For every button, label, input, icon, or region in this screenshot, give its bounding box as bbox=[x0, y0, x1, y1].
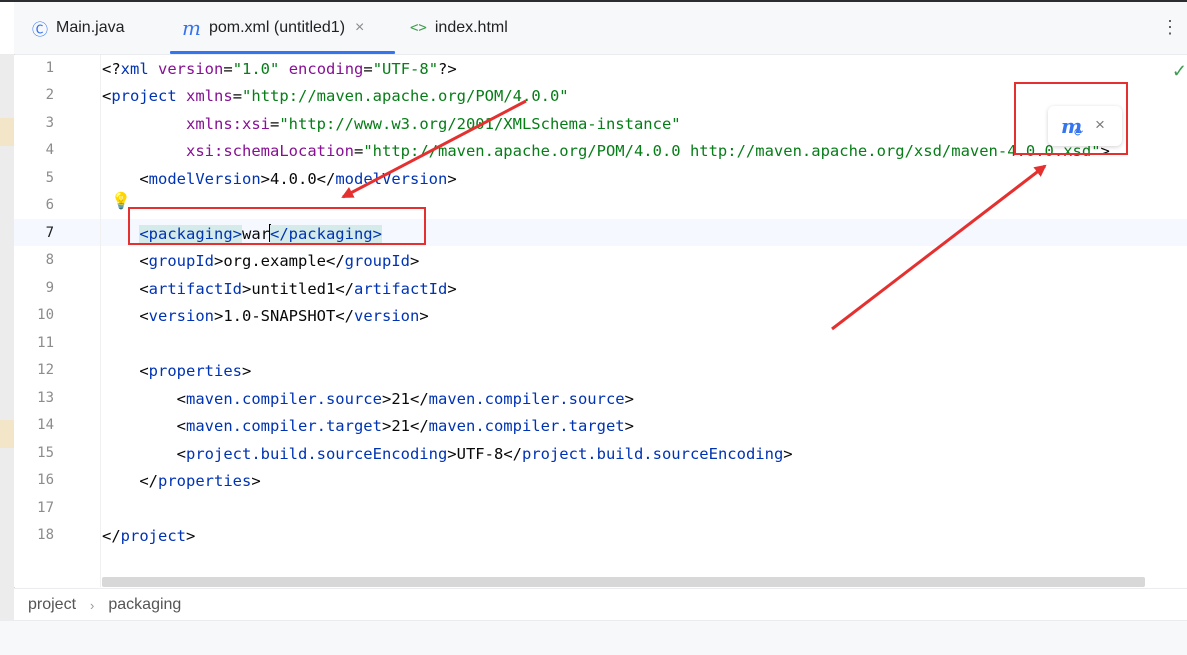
code-line-3: xmlns:xsi="http://www.w3.org/2001/XMLSch… bbox=[186, 115, 681, 133]
line-number: 15 bbox=[37, 445, 54, 461]
annotation-box-packaging bbox=[128, 207, 426, 245]
line-number: 5 bbox=[45, 170, 54, 186]
code-line-4: xsi:schemaLocation="http://maven.apache.… bbox=[186, 142, 1110, 160]
line-number: 16 bbox=[37, 472, 54, 488]
line-number: 13 bbox=[37, 390, 54, 406]
line-number: 14 bbox=[37, 417, 54, 433]
line-number: 17 bbox=[37, 500, 54, 516]
code-line-15: <project.build.sourceEncoding>UTF-8</pro… bbox=[176, 445, 793, 463]
code-line-9: <artifactId>untitled1</artifactId> bbox=[139, 280, 457, 298]
line-number: 9 bbox=[45, 280, 54, 296]
code-editor[interactable]: 1 2 3 4 5 6 7 8 9 10 11 12 13 14 15 16 1… bbox=[14, 55, 1187, 587]
code-line-18: </project> bbox=[102, 527, 196, 545]
code-line-5: <modelVersion>4.0.0</modelVersion> bbox=[139, 170, 457, 188]
status-bar bbox=[0, 620, 1187, 655]
maven-file-icon: m bbox=[182, 16, 201, 40]
more-options-icon[interactable]: ⋮ bbox=[1161, 18, 1179, 36]
editor-tab-bar: Ⓒ Main.java m pom.xml (untitled1) × <> i… bbox=[14, 2, 1187, 55]
java-class-icon: Ⓒ bbox=[32, 22, 49, 39]
change-marker bbox=[0, 420, 14, 448]
code-line-14: <maven.compiler.target>21</maven.compile… bbox=[176, 417, 634, 435]
html-file-icon: <> bbox=[410, 20, 427, 36]
no-problems-check-icon[interactable]: ✓ bbox=[1172, 61, 1187, 82]
line-number: 11 bbox=[37, 335, 54, 351]
change-marker bbox=[0, 118, 14, 146]
tab-pom-xml[interactable]: m pom.xml (untitled1) × bbox=[170, 2, 395, 54]
code-line-2: <project xmlns="http://maven.apache.org/… bbox=[102, 87, 569, 105]
breadcrumb: project › packaging bbox=[14, 588, 1187, 621]
line-number: 12 bbox=[37, 362, 54, 378]
gutter-divider bbox=[100, 55, 101, 587]
left-tool-strip bbox=[0, 54, 15, 620]
line-number: 4 bbox=[45, 142, 54, 158]
code-line-10: <version>1.0-SNAPSHOT</version> bbox=[139, 307, 429, 325]
breadcrumb-item-packaging[interactable]: packaging bbox=[108, 596, 181, 614]
code-line-8: <groupId>org.example</groupId> bbox=[139, 252, 420, 270]
code-line-1: <?xml version="1.0" encoding="UTF-8"?> bbox=[102, 60, 457, 78]
tab-main-java[interactable]: Ⓒ Main.java bbox=[32, 2, 125, 54]
chevron-right-icon: › bbox=[90, 597, 95, 613]
line-number: 6 bbox=[45, 197, 54, 213]
close-icon[interactable]: × bbox=[355, 19, 364, 37]
code-line-13: <maven.compiler.source>21</maven.compile… bbox=[176, 390, 634, 408]
breadcrumb-item-project[interactable]: project bbox=[28, 596, 76, 614]
line-number: 2 bbox=[45, 87, 54, 103]
line-number: 18 bbox=[37, 527, 54, 543]
tab-index-html[interactable]: <> index.html bbox=[410, 2, 508, 54]
tab-label: pom.xml (untitled1) bbox=[208, 19, 346, 36]
line-number: 8 bbox=[45, 252, 54, 268]
line-number: 1 bbox=[45, 60, 54, 76]
annotation-box-maven-reload bbox=[1014, 82, 1128, 155]
code-line-16: </properties> bbox=[139, 472, 261, 490]
code-line-12: <properties> bbox=[139, 362, 252, 380]
line-number: 10 bbox=[37, 307, 54, 323]
line-number: 3 bbox=[45, 115, 54, 131]
horizontal-scrollbar[interactable] bbox=[102, 577, 1145, 587]
line-number: 7 bbox=[45, 225, 54, 241]
line-number-gutter: 1 2 3 4 5 6 7 8 9 10 11 12 13 14 15 16 1… bbox=[14, 55, 100, 587]
tab-label: index.html bbox=[434, 19, 508, 36]
tab-label: Main.java bbox=[56, 19, 125, 36]
